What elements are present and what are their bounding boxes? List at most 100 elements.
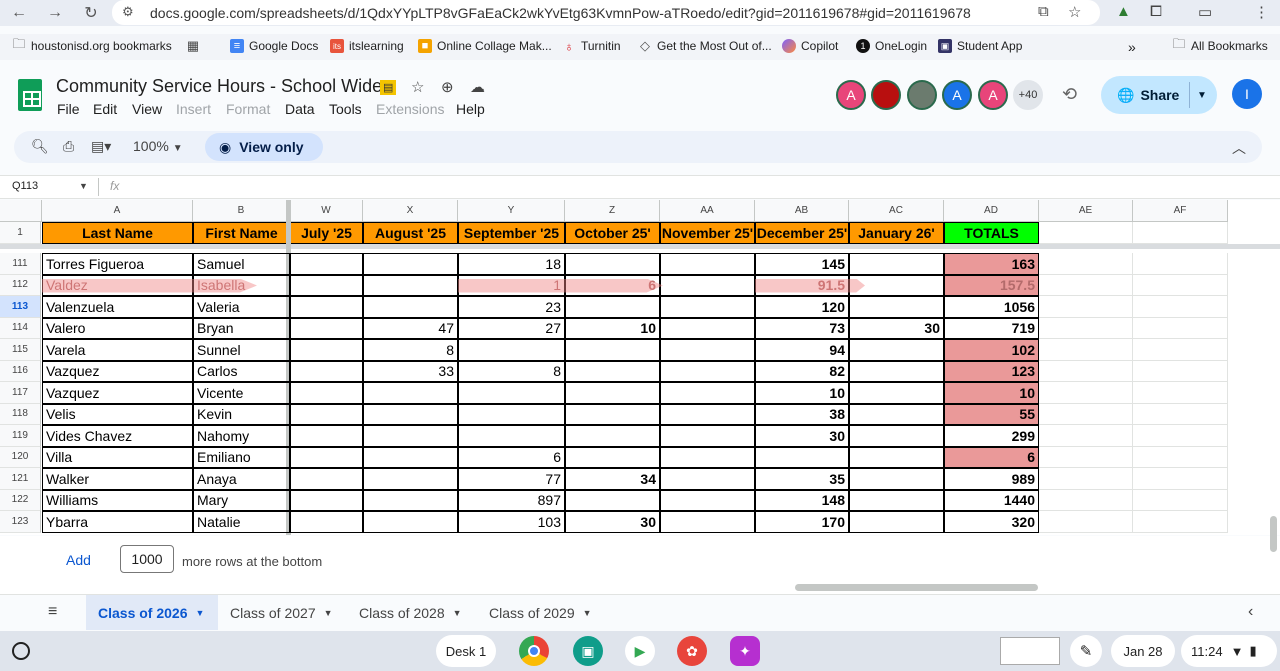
table-cell[interactable]: 120: [755, 296, 849, 318]
table-cell[interactable]: [363, 382, 458, 404]
table-cell[interactable]: Valero: [42, 317, 193, 339]
column-title-cell[interactable]: Last Name: [42, 222, 193, 244]
empty-cell[interactable]: [1039, 425, 1133, 447]
empty-cell[interactable]: [1039, 403, 1133, 425]
table-cell[interactable]: 34: [565, 468, 660, 490]
tab-class-of-2028[interactable]: Class of 2028 ▼: [347, 595, 477, 630]
column-header[interactable]: AB: [755, 200, 849, 222]
table-cell[interactable]: 148: [755, 489, 849, 511]
column-title-cell[interactable]: July '25: [290, 222, 363, 244]
menu-help[interactable]: Help: [456, 101, 485, 117]
cloud-status-icon[interactable]: ☁: [470, 78, 485, 96]
star-icon[interactable]: ☆: [411, 78, 424, 96]
table-cell[interactable]: 10: [944, 382, 1039, 404]
table-cell[interactable]: Ybarra: [42, 511, 193, 533]
table-cell[interactable]: Mary: [193, 489, 290, 511]
table-cell[interactable]: [565, 446, 660, 468]
empty-cell[interactable]: [1039, 222, 1133, 244]
column-title-cell[interactable]: TOTALS: [944, 222, 1039, 244]
table-cell[interactable]: [849, 360, 944, 382]
table-cell[interactable]: 73: [755, 317, 849, 339]
column-header[interactable]: B: [193, 200, 290, 222]
add-rows-count-input[interactable]: 1000: [120, 545, 174, 573]
column-header[interactable]: Z: [565, 200, 660, 222]
table-cell[interactable]: [565, 296, 660, 318]
table-cell[interactable]: 320: [944, 511, 1039, 533]
row-header[interactable]: 120: [0, 446, 41, 468]
table-cell[interactable]: [660, 511, 755, 533]
column-title-cell[interactable]: November 25': [660, 222, 755, 244]
empty-cell[interactable]: [1039, 274, 1133, 296]
classroom-app-icon[interactable]: ▣: [573, 636, 603, 666]
table-cell[interactable]: 6: [944, 446, 1039, 468]
row-header[interactable]: 113: [0, 296, 41, 318]
table-cell[interactable]: Kevin: [193, 403, 290, 425]
column-header[interactable]: AF: [1133, 200, 1228, 222]
menu-edit[interactable]: Edit: [93, 101, 117, 117]
table-cell[interactable]: Torres Figueroa: [42, 253, 193, 275]
empty-cell[interactable]: [1039, 317, 1133, 339]
bookmark-collage-maker[interactable]: ■ Online Collage Mak...: [418, 39, 552, 53]
search-icon[interactable]: 🔍︎: [31, 138, 49, 155]
table-cell[interactable]: Anaya: [193, 468, 290, 490]
zoom-select[interactable]: 100% ▼: [133, 138, 183, 154]
empty-cell[interactable]: [1133, 222, 1228, 244]
bookmark-itslearning[interactable]: its itslearning: [330, 39, 404, 53]
collaborator-avatar[interactable]: A: [836, 80, 866, 110]
table-cell[interactable]: [363, 274, 458, 296]
horizontal-scrollbar[interactable]: [795, 584, 1038, 591]
empty-cell[interactable]: [1133, 403, 1228, 425]
table-cell[interactable]: [660, 274, 755, 296]
chevron-down-icon[interactable]: ▼: [1197, 90, 1207, 101]
empty-cell[interactable]: [1133, 274, 1228, 296]
column-header[interactable]: X: [363, 200, 458, 222]
table-cell[interactable]: [849, 446, 944, 468]
explore-chevron-icon[interactable]: ‹: [1248, 603, 1253, 621]
table-cell[interactable]: [290, 425, 363, 447]
table-cell[interactable]: Velis: [42, 403, 193, 425]
play-store-icon[interactable]: ▶: [625, 636, 655, 666]
table-cell[interactable]: 23: [458, 296, 565, 318]
shortcut-icon[interactable]: ▤: [380, 80, 397, 95]
frozen-row-divider[interactable]: [0, 244, 1280, 249]
menu-tools[interactable]: Tools: [329, 101, 362, 117]
table-cell[interactable]: [660, 403, 755, 425]
table-cell[interactable]: [660, 382, 755, 404]
empty-cell[interactable]: [1133, 489, 1228, 511]
holding-space-thumbnail[interactable]: [1000, 637, 1060, 665]
table-cell[interactable]: 6: [458, 446, 565, 468]
empty-cell[interactable]: [1133, 425, 1228, 447]
desk-button[interactable]: Desk 1: [436, 635, 496, 667]
view-only-button[interactable]: ◉ View only: [205, 133, 323, 161]
table-cell[interactable]: [565, 489, 660, 511]
tab-class-of-2029[interactable]: Class of 2029 ▼: [477, 595, 607, 630]
vertical-scrollbar[interactable]: [1270, 516, 1277, 552]
table-cell[interactable]: [363, 425, 458, 447]
row-header[interactable]: 121: [0, 468, 41, 490]
table-cell[interactable]: [565, 425, 660, 447]
table-cell[interactable]: 8: [458, 360, 565, 382]
empty-cell[interactable]: [1133, 360, 1228, 382]
table-cell[interactable]: [363, 446, 458, 468]
screencast-app-icon[interactable]: ✦: [730, 636, 760, 666]
table-cell[interactable]: [660, 489, 755, 511]
row-header[interactable]: 119: [0, 425, 41, 447]
column-header[interactable]: Y: [458, 200, 565, 222]
column-header[interactable]: AD: [944, 200, 1039, 222]
table-cell[interactable]: [660, 339, 755, 361]
empty-cell[interactable]: [1039, 253, 1133, 275]
column-title-cell[interactable]: October 25': [565, 222, 660, 244]
tab-class-of-2027[interactable]: Class of 2027 ▼: [218, 595, 346, 630]
table-cell[interactable]: [363, 489, 458, 511]
table-cell[interactable]: [849, 468, 944, 490]
table-cell[interactable]: 33: [363, 360, 458, 382]
column-header[interactable]: A: [42, 200, 193, 222]
collaborator-avatar[interactable]: [871, 80, 901, 110]
column-title-cell[interactable]: September '25: [458, 222, 565, 244]
table-cell[interactable]: [290, 274, 363, 296]
table-cell[interactable]: [290, 403, 363, 425]
table-cell[interactable]: [565, 253, 660, 275]
canvas-app-icon[interactable]: ✿: [677, 636, 707, 666]
table-cell[interactable]: [458, 339, 565, 361]
empty-cell[interactable]: [1133, 317, 1228, 339]
